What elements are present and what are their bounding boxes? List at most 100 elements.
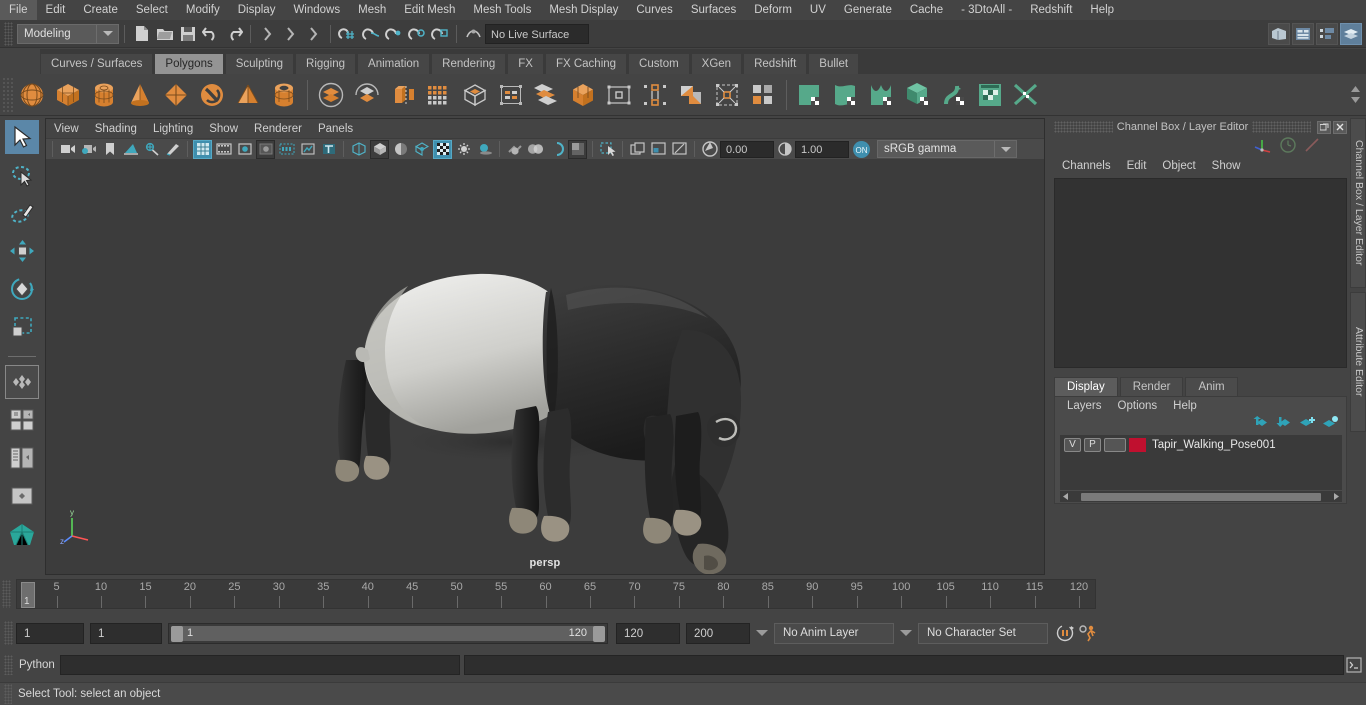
shelf-tab-sculpting[interactable]: Sculpting (224, 53, 295, 74)
resolution-gate-icon[interactable] (235, 140, 254, 159)
hypershade-layout-icon[interactable] (5, 517, 39, 551)
redo-icon[interactable] (223, 23, 244, 44)
crease-icon[interactable] (746, 78, 780, 112)
menu-generate[interactable]: Generate (835, 0, 901, 20)
command-line-grip[interactable] (4, 655, 13, 675)
show-hide-modeling-toolkit-icon[interactable] (1268, 22, 1290, 45)
use-all-lights-icon[interactable] (454, 140, 473, 159)
menu-set-selector[interactable]: Modeling (17, 23, 119, 44)
channel-box-body[interactable] (1054, 178, 1347, 368)
menu-deform[interactable]: Deform (745, 0, 801, 20)
snap-to-curve-icon[interactable] (360, 23, 381, 44)
shelf-tab-redshift[interactable]: Redshift (743, 53, 808, 74)
menu-help[interactable]: Help (1081, 0, 1123, 20)
axis-gizmo-icon[interactable] (1254, 137, 1272, 156)
exposure-aperture-icon[interactable] (700, 140, 719, 159)
move-layer-down-icon[interactable] (1276, 416, 1292, 432)
bridge-icon[interactable] (494, 78, 528, 112)
undo-icon[interactable] (200, 23, 221, 44)
gamma-field[interactable]: 1.00 (795, 140, 849, 158)
poly-pipe-icon[interactable] (267, 78, 301, 112)
display-textures-icon[interactable] (433, 139, 452, 159)
uv-planar-icon[interactable] (793, 78, 827, 112)
menu-redshift[interactable]: Redshift (1021, 0, 1081, 20)
shelf-scroll-arrows[interactable] (1348, 85, 1366, 104)
layer-editor-tab-anim[interactable]: Anim (1185, 377, 1238, 396)
lasso-select-tool[interactable] (5, 158, 39, 192)
insert-edge-loop-icon[interactable] (638, 78, 672, 112)
shelf-tab-bullet[interactable]: Bullet (808, 53, 860, 74)
vertical-tab-attribute-editor[interactable]: Attribute Editor (1350, 292, 1366, 432)
menu-surfaces[interactable]: Surfaces (682, 0, 745, 20)
chevron-down-icon[interactable] (756, 630, 768, 636)
layer-editor-menu-options[interactable]: Options (1110, 400, 1166, 412)
menu-display[interactable]: Display (229, 0, 285, 20)
new-scene-icon[interactable] (131, 23, 152, 44)
select-by-hierarchy-icon[interactable] (257, 23, 278, 44)
viewport-canvas[interactable]: y z persp (46, 160, 1044, 574)
shelf-tab-fx-caching[interactable]: FX Caching (544, 53, 628, 74)
menu-mesh-display[interactable]: Mesh Display (540, 0, 627, 20)
vertical-tab-channel-box[interactable]: Channel Box / Layer Editor (1350, 118, 1366, 288)
time-slider-grip[interactable] (2, 580, 11, 608)
menu-cache[interactable]: Cache (901, 0, 952, 20)
show-hide-attribute-editor-icon[interactable] (1292, 22, 1314, 45)
character-set-selector[interactable]: No Character Set (918, 622, 1048, 644)
poly-cube-icon[interactable] (51, 78, 85, 112)
range-slider-grip[interactable] (4, 621, 13, 645)
auto-keyframe-icon[interactable] (1054, 623, 1075, 644)
anim-layer-selector[interactable]: No Anim Layer (774, 622, 894, 644)
viewport-selection-icon[interactable] (598, 140, 617, 159)
quad-draw-icon[interactable] (710, 78, 744, 112)
display-layer-list[interactable]: V P Tapir_Walking_Pose001 (1060, 435, 1342, 502)
snap-to-projected-center-icon[interactable] (406, 23, 427, 44)
uv-spherical-icon[interactable] (865, 78, 899, 112)
shelf-tab-rendering[interactable]: Rendering (431, 53, 507, 74)
live-surface-field[interactable]: No Live Surface (485, 23, 589, 44)
range-slider-left-handle[interactable] (171, 625, 183, 642)
menu-modify[interactable]: Modify (177, 0, 229, 20)
select-camera-icon[interactable] (58, 140, 77, 159)
persp-outliner-layout-icon[interactable] (5, 441, 39, 475)
multi-cut-icon[interactable] (422, 78, 456, 112)
layer-playback-toggle[interactable]: P (1084, 437, 1101, 452)
scrollbar-thumb[interactable] (1081, 492, 1321, 501)
display-hud-icon[interactable] (319, 140, 338, 159)
exposure-icon[interactable] (298, 140, 317, 159)
image-plane-icon[interactable] (121, 140, 140, 159)
layer-display-type-toggle[interactable] (1104, 437, 1126, 452)
copy-to-new-view-icon[interactable] (628, 140, 647, 159)
snap-to-point-icon[interactable] (383, 23, 404, 44)
select-by-component-icon[interactable] (303, 23, 324, 44)
select-tool[interactable] (5, 120, 39, 154)
grid-toggle-icon[interactable] (193, 139, 212, 159)
shelf-tab-rigging[interactable]: Rigging (295, 53, 357, 74)
screen-space-ao-icon[interactable] (568, 139, 587, 159)
last-tool-used[interactable] (5, 365, 39, 399)
camera-attributes-icon[interactable] (79, 140, 98, 159)
status-line-grip[interactable] (4, 21, 13, 46)
view-layout-icon[interactable] (649, 140, 668, 159)
viewport-menu-view[interactable]: View (46, 123, 87, 135)
viewport-menu-panels[interactable]: Panels (310, 123, 361, 135)
menu-create[interactable]: Create (74, 0, 127, 20)
menu-mesh-tools[interactable]: Mesh Tools (464, 0, 540, 20)
bevel-icon[interactable] (458, 78, 492, 112)
animation-preferences-icon[interactable] (1077, 623, 1098, 644)
layer-editor-tab-display[interactable]: Display (1054, 377, 1118, 396)
ambient-occlusion-icon[interactable] (505, 140, 524, 159)
exposure-field[interactable]: 0.00 (720, 140, 774, 158)
viewport-snapshot-icon[interactable] (670, 140, 689, 159)
command-output[interactable] (463, 655, 1344, 675)
time-slider[interactable]: 1 5 10 15 20 25 30 35 40 45 50 55 60 65 70 75 80 85 90 95 1… (16, 579, 1096, 609)
clock-icon[interactable] (1280, 136, 1296, 156)
channel-box-menu-channels[interactable]: Channels (1054, 160, 1119, 172)
menu-edit-mesh[interactable]: Edit Mesh (395, 0, 464, 20)
menu-uv[interactable]: UV (801, 0, 835, 20)
playback-end-time-field[interactable]: 120 (616, 622, 680, 644)
current-time-indicator[interactable]: 1 (21, 582, 35, 608)
uv-cut-sew-icon[interactable] (1009, 78, 1043, 112)
command-language-label[interactable]: Python (15, 659, 60, 671)
poly-cylinder-icon[interactable] (87, 78, 121, 112)
motion-blur-icon[interactable] (526, 140, 545, 159)
